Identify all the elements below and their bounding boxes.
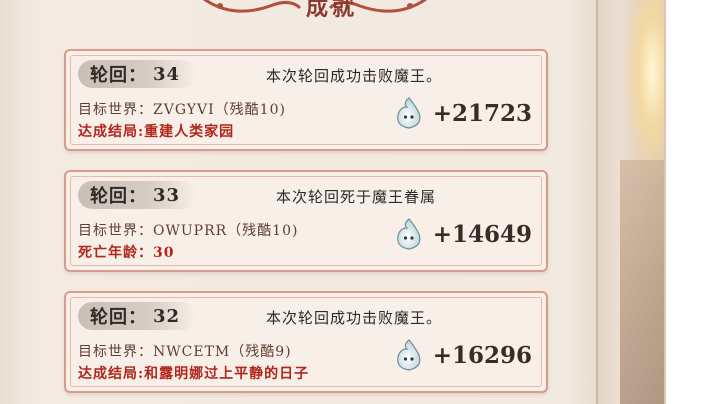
round-badge: 轮回： 34 (78, 60, 196, 88)
page-title: 成就 (305, 0, 358, 21)
round-label: 轮回： (90, 65, 147, 86)
round-number: 33 (153, 184, 181, 206)
event-text: 本次轮回成功击败魔王。 (266, 309, 443, 327)
reward: +14649 (393, 216, 532, 252)
soul-wisp-icon (396, 97, 421, 129)
reward: +16296 (393, 337, 532, 373)
record-card[interactable]: 轮回： 33 本次轮回死于魔王眷属 目标世界：OWUPRR（残酷10) 死亡年龄… (64, 170, 548, 272)
death-age: 死亡年龄：30 (78, 245, 175, 261)
soul-wisp-icon (396, 218, 421, 250)
book-cover-edge (620, 160, 664, 404)
event-text: 本次轮回死于魔王眷属 (276, 188, 437, 206)
soul-wisp-icon (396, 339, 421, 371)
ending-detail: 达成结局:重建人类家园 (78, 124, 235, 140)
record-card[interactable]: 轮回： 32 本次轮回成功击败魔王。 目标世界：NWCETM（残酷9) 达成结局… (64, 291, 548, 393)
record-card[interactable]: 轮回： 34 本次轮回成功击败魔王。 目标世界：ZVGYVI（残酷10) 达成结… (64, 49, 548, 151)
round-badge: 轮回： 32 (78, 302, 196, 330)
round-label: 轮回： (90, 186, 147, 207)
target-world: 目标世界：OWUPRR（残酷10) (78, 223, 299, 239)
target-world: 目标世界：ZVGYVI（残酷10) (78, 102, 286, 118)
round-badge: 轮回： 33 (78, 181, 196, 209)
round-label: 轮回： (90, 307, 147, 328)
reward-value: +16296 (432, 341, 532, 369)
reward: +21723 (393, 95, 532, 131)
book-page: 成就 轮回： 34 本次轮回成功击败魔王。 目标世界：ZVGYVI（残酷10) … (0, 0, 666, 404)
round-number: 32 (153, 305, 181, 327)
light-glow (625, 0, 664, 180)
reward-value: +14649 (432, 220, 532, 248)
ending-detail: 达成结局:和露明娜过上平静的日子 (78, 366, 310, 382)
event-text: 本次轮回成功击败魔王。 (266, 67, 443, 85)
target-world: 目标世界：NWCETM（残酷9) (78, 344, 292, 360)
round-number: 34 (153, 63, 181, 85)
reward-value: +21723 (432, 99, 532, 127)
